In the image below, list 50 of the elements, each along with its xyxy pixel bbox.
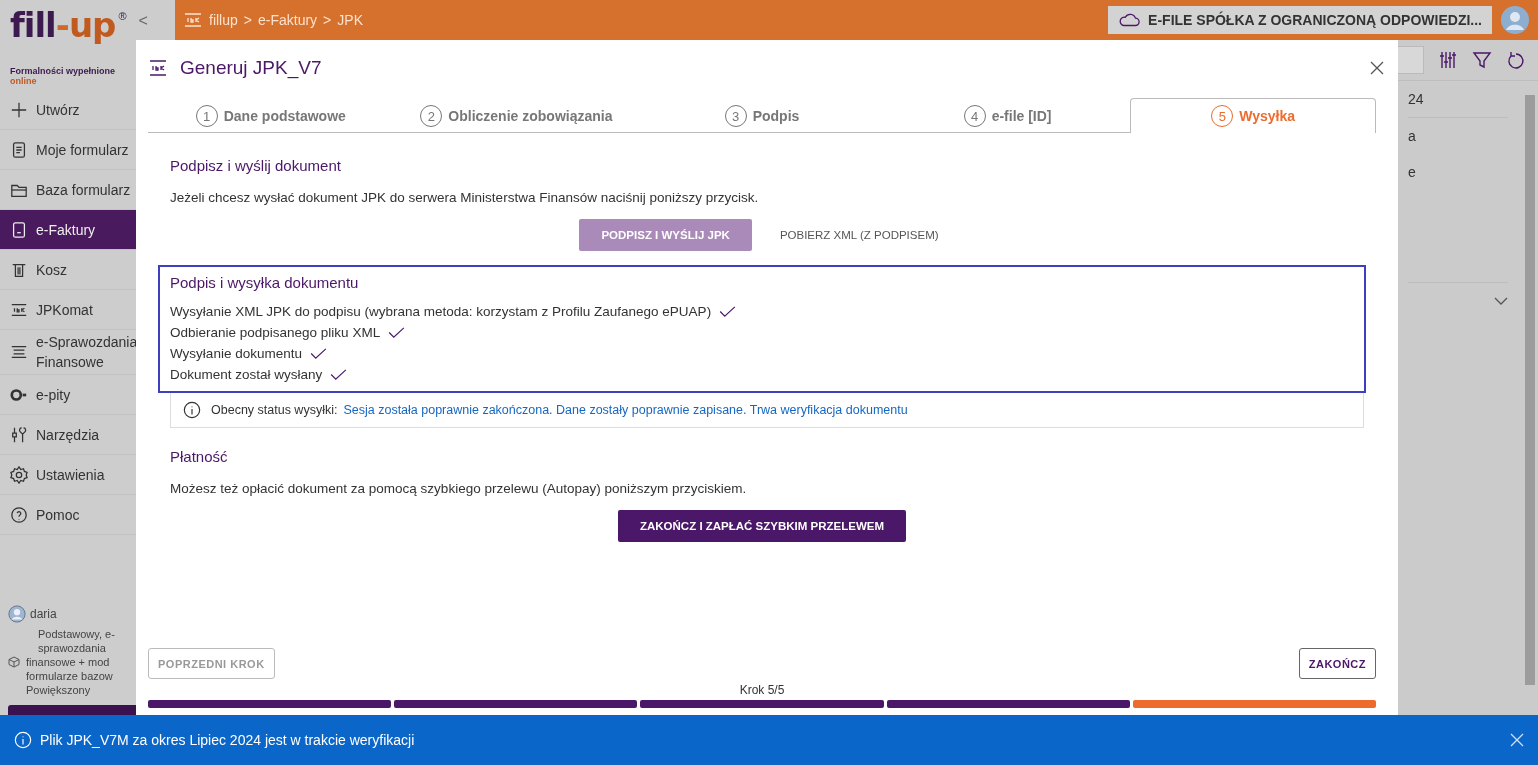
help-icon [10, 505, 28, 524]
step-tab[interactable]: 2 Obliczenie zobowiązania [393, 98, 640, 133]
jpk-icon [183, 10, 203, 30]
plus-icon [10, 100, 28, 119]
pay-button[interactable]: ZAKOŃCZ I ZAPŁAĆ SZYBKIM PRZELEWEM [617, 510, 906, 542]
download-xml-button[interactable]: POBIERZ XML (Z PODPISEM) [773, 219, 945, 251]
user-avatar-icon [8, 605, 26, 623]
plan-text: finansowe + mod [26, 655, 111, 669]
report-icon [10, 343, 28, 361]
tools-icon [10, 425, 28, 444]
document-icon [10, 140, 28, 159]
refresh-icon[interactable] [1506, 50, 1526, 70]
registered-mark: ® [118, 10, 127, 22]
tagline-accent: online [9, 76, 38, 86]
dialog-title: Generuj JPK_V7 [180, 57, 322, 79]
company-selector[interactable]: E-FILE SPÓŁKA Z OGRANICZONĄ ODPOWIEDZI... [1108, 6, 1492, 34]
finish-button[interactable]: ZAKOŃCZ [1298, 648, 1376, 679]
chevron-down-icon[interactable] [1494, 297, 1508, 305]
table-cell: 24 [1408, 91, 1424, 107]
avatar-icon[interactable] [1500, 5, 1530, 35]
step-tab[interactable]: 4 e-file [ID] [884, 98, 1131, 133]
status-label: Obecny status wysyłki: [211, 403, 338, 417]
collapse-button[interactable]: < [138, 12, 148, 30]
cube-icon [8, 656, 20, 668]
plan-text: Powiększony [26, 683, 92, 697]
breadcrumb-separator: > [323, 12, 332, 28]
plan-text: sprawozdania [38, 641, 107, 655]
step-tab[interactable]: 3 Podpis [639, 98, 885, 133]
brand-logo: fill-up [10, 8, 116, 42]
table-cell: e [1408, 164, 1416, 180]
search-field[interactable] [1396, 46, 1424, 74]
sliders-icon[interactable] [1438, 50, 1458, 70]
user-name: daria [30, 607, 57, 621]
notification-text: Plik JPK_V7M za okres Lipiec 2024 jest w trakcie weryfikacji [40, 732, 415, 748]
plan-text: formularze bazow [26, 669, 114, 683]
tagline: Formalności wypełnione [9, 66, 117, 76]
table-cell: a [1408, 128, 1416, 144]
filter-icon[interactable] [1472, 50, 1492, 70]
settings-icon [10, 465, 28, 484]
scrollbar[interactable] [1525, 95, 1535, 685]
info-icon [14, 731, 32, 749]
step-counter: Krok 5/5 [738, 683, 786, 697]
breadcrumb-separator: > [243, 12, 252, 28]
invoice-icon [10, 220, 28, 239]
status-value: Sesja została poprawnie zakończona. Dane zostały poprawnie zapisane. Trwa weryfikacja dokumentu [343, 403, 908, 417]
plan-text: Podstawowy, e- [38, 627, 115, 641]
info-icon [183, 401, 201, 419]
close-icon[interactable] [1370, 61, 1384, 75]
jpk-icon [148, 58, 168, 78]
cloud-icon [1118, 12, 1141, 28]
